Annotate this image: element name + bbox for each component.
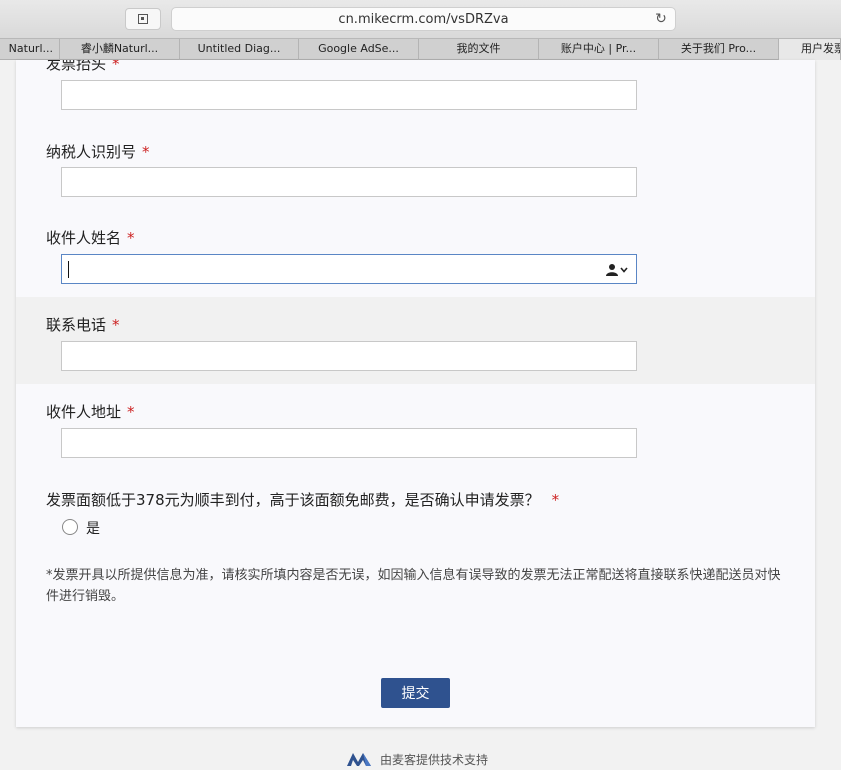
required-mark: * <box>127 229 135 247</box>
field-label: 发票抬头 * <box>46 60 120 74</box>
bookmark-tab[interactable]: 我的文件 <box>419 39 539 60</box>
field-taxpayer-id: 纳税人识别号 * <box>16 122 815 209</box>
confirm-radio[interactable] <box>62 519 78 535</box>
bookmark-label: 睿小麟Naturl... <box>80 42 159 55</box>
address-bar[interactable]: cn.mikecrm.com/vsDRZva ↻ <box>171 7 676 31</box>
bookmark-label: 我的文件 <box>456 42 501 55</box>
submit-button[interactable]: 提交 <box>381 678 450 708</box>
form-card: 发票抬头 * 纳税人识别号 * 收件人姓名 * 联系电话 * 收件人地址 * 发… <box>16 60 815 727</box>
bookmarks-bar: Naturl... 睿小麟Naturl... Untitled Diag... … <box>0 38 841 60</box>
taxpayer-id-input[interactable] <box>61 167 637 197</box>
required-mark: * <box>127 403 135 421</box>
field-invoice-title: 发票抬头 * <box>16 60 815 122</box>
notice-text: *发票开具以所提供信息为准，请核实所填内容是否无误，如因输入信息有误导致的发票无… <box>46 568 781 604</box>
required-mark: * <box>551 491 560 509</box>
bookmark-label: Google AdSe... <box>318 42 399 55</box>
field-label: 联系电话 * <box>46 316 120 334</box>
mikecrm-logo-icon <box>347 753 371 766</box>
bookmark-label: 关于我们 Pro... <box>680 42 757 55</box>
required-mark: * <box>112 60 120 73</box>
field-label: 收件人地址 * <box>46 403 135 421</box>
recipient-address-input[interactable] <box>61 428 637 458</box>
url-text: cn.mikecrm.com/vsDRZva <box>338 11 509 27</box>
bookmark-label: Naturl... <box>8 42 53 55</box>
field-label: 纳税人识别号 * <box>46 143 150 161</box>
field-recipient-name: 收件人姓名 * <box>16 209 815 297</box>
required-mark: * <box>142 143 150 161</box>
bookmark-label: 用户发票 <box>801 42 841 55</box>
contact-autofill-icon[interactable] <box>606 263 628 277</box>
bookmark-tab-active[interactable]: 用户发票 <box>779 39 841 60</box>
bookmark-tab[interactable]: 关于我们 Pro... <box>659 39 779 60</box>
powered-by[interactable]: 由麦客提供技术支持 <box>346 749 488 769</box>
field-phone: 联系电话 * <box>16 297 815 384</box>
bookmark-tab[interactable]: Untitled Diag... <box>180 39 299 60</box>
bookmark-tab[interactable]: 账户中心 | Pr... <box>539 39 659 60</box>
reload-icon[interactable]: ↻ <box>653 11 669 27</box>
bookmark-tab[interactable]: 睿小麟Naturl... <box>60 39 180 60</box>
radio-option-label[interactable]: 是 <box>86 518 100 538</box>
bookmark-label: 账户中心 | Pr... <box>560 42 637 55</box>
question-label: 发票面额低于378元为顺丰到付，高于该面额免邮费，是否确认申请发票？ * <box>46 491 560 509</box>
text-caret <box>68 261 69 278</box>
sidebar-toggle-button[interactable] <box>125 8 161 30</box>
field-label: 收件人姓名 * <box>46 229 135 247</box>
invoice-title-input[interactable] <box>61 80 637 110</box>
required-mark: * <box>112 316 120 334</box>
footer-text: 由麦客提供技术支持 <box>380 752 489 767</box>
sidebar-icon <box>138 14 148 24</box>
field-recipient-address: 收件人地址 * <box>16 384 815 471</box>
bookmark-tab[interactable]: Google AdSe... <box>299 39 419 60</box>
bookmark-label: Untitled Diag... <box>197 42 281 55</box>
recipient-name-input[interactable] <box>61 254 637 284</box>
browser-toolbar: cn.mikecrm.com/vsDRZva ↻ <box>0 0 841 38</box>
phone-input[interactable] <box>61 341 637 371</box>
bookmark-tab[interactable]: Naturl... <box>0 39 60 60</box>
